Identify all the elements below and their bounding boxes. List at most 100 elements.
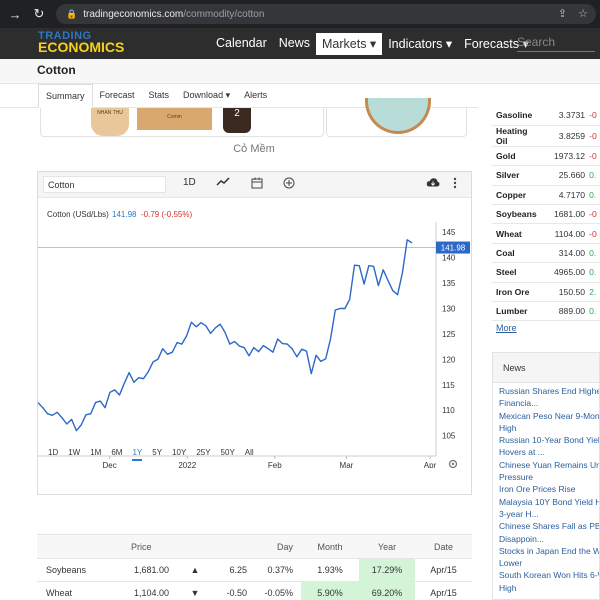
nav-markets[interactable]: Markets ▾ xyxy=(316,33,383,55)
table-row[interactable]: Soybeans 1,681.00 ▲ 6.25 0.37% 1.93% 17.… xyxy=(37,558,472,582)
sidebar-row[interactable]: Iron Ore 150.50 2. xyxy=(492,282,600,303)
tab-forecast[interactable]: Forecast xyxy=(93,84,142,108)
tab-download[interactable]: Download ▾ xyxy=(176,84,237,108)
sidebar-row-name[interactable]: Steel xyxy=(492,262,541,283)
sidebar-row-name[interactable]: Lumber xyxy=(492,301,541,322)
nav-indicators[interactable]: Indicators ▾ xyxy=(382,33,458,55)
search-input[interactable]: Search xyxy=(517,35,595,52)
news-item[interactable]: Chinese Shares Fall as PBoC xyxy=(499,520,599,532)
add-indicator-icon[interactable] xyxy=(283,177,295,192)
symbol-input[interactable]: Cotton xyxy=(43,176,166,193)
news-item[interactable]: Financia... xyxy=(499,397,599,409)
period-selector[interactable]: 1D xyxy=(183,177,196,188)
nav-calendar[interactable]: Calendar xyxy=(210,33,273,55)
news-title: News xyxy=(493,353,599,383)
download-cloud-icon[interactable] xyxy=(426,177,440,191)
sidebar-row-name[interactable]: Wheat xyxy=(492,223,541,244)
sidebar-row[interactable]: Gold 1973.12 -0 xyxy=(492,146,600,167)
news-item[interactable]: Chinese Yuan Remains Under xyxy=(499,459,599,471)
news-item[interactable]: Russian Shares End Higher xyxy=(499,385,599,397)
sidebar-row-name[interactable]: Copper xyxy=(492,185,541,206)
range-button[interactable]: 50Y xyxy=(221,448,235,461)
range-button[interactable]: 1W xyxy=(68,448,80,461)
sidebar-row[interactable]: Silver 25.660 0. xyxy=(492,165,600,186)
sidebar-more-link[interactable]: More xyxy=(496,323,517,333)
range-button[interactable]: 5Y xyxy=(152,448,162,461)
sidebar-row-name[interactable]: Soybeans xyxy=(492,204,541,225)
range-button[interactable]: All xyxy=(245,448,254,461)
sidebar-row-name[interactable]: Gold xyxy=(492,146,541,167)
ad-soap-text: NHAN THU xyxy=(97,110,123,116)
ad-product-image xyxy=(365,98,431,134)
row-name[interactable]: Soybeans xyxy=(37,558,117,582)
sidebar-row[interactable]: Heating Oil 3.8259 -0 xyxy=(492,125,600,147)
series-line-cotton[interactable] xyxy=(38,239,413,432)
col-header-year[interactable]: Year xyxy=(359,534,415,559)
sidebar-row[interactable]: Steel 4965.00 0. xyxy=(492,262,600,283)
news-item[interactable]: Stocks in Japan End the Week xyxy=(499,545,599,557)
row-year: 69.20% xyxy=(359,581,415,600)
news-item[interactable]: High xyxy=(499,582,599,594)
price-tag-label: 141.98 xyxy=(441,244,466,253)
news-item[interactable]: South Korean Won Hits 6-Week xyxy=(499,569,599,581)
more-options-icon[interactable] xyxy=(453,177,457,192)
cotton-line-chart[interactable]: Cotton (USd/Lbs) 141.98 -0.79 (-0.55%) 1… xyxy=(38,198,471,468)
ad-banner-right[interactable] xyxy=(326,98,467,137)
range-button[interactable]: 6M xyxy=(111,448,122,461)
range-button[interactable]: 1D xyxy=(48,448,58,461)
news-item[interactable]: Malaysia 10Y Bond Yield Hits xyxy=(499,496,599,508)
range-button[interactable]: 1Y xyxy=(132,448,143,461)
line-chart-icon[interactable] xyxy=(216,177,230,190)
calendar-icon[interactable] xyxy=(251,177,263,192)
range-button[interactable]: 10Y xyxy=(172,448,186,461)
address-bar[interactable]: 🔒 tradingeconomics.com/commodity/cotton … xyxy=(56,4,596,24)
chart-settings-icon[interactable] xyxy=(448,459,458,468)
sidebar-row[interactable]: Copper 4.7170 0. xyxy=(492,185,600,206)
range-button[interactable]: 25Y xyxy=(196,448,210,461)
back-icon[interactable]: → xyxy=(6,7,24,22)
col-header-month[interactable]: Month xyxy=(301,534,359,559)
bookmark-star-icon[interactable]: ☆ xyxy=(578,8,588,20)
sidebar-row-name[interactable]: Silver xyxy=(492,165,541,186)
news-item[interactable]: Hovers at ... xyxy=(499,446,599,458)
sidebar-row-change: -0 xyxy=(589,223,600,244)
tab-stats[interactable]: Stats xyxy=(142,84,177,108)
news-item[interactable]: 3-year H... xyxy=(499,508,599,520)
sidebar-row[interactable]: Soybeans 1681.00 -0 xyxy=(492,204,600,225)
sidebar-row[interactable]: Wheat 1104.00 -0 xyxy=(492,223,600,244)
y-tick-label: 110 xyxy=(442,406,455,415)
tab-alerts[interactable]: Alerts xyxy=(237,84,274,108)
row-day: -0.05% xyxy=(255,581,301,600)
news-item[interactable]: Iron Ore Prices Rise xyxy=(499,483,599,495)
sidebar-row-name[interactable]: Gasoline xyxy=(492,106,541,126)
sidebar-row[interactable]: Gasoline 3.3731 -0 xyxy=(492,106,600,126)
sidebar-row[interactable]: Lumber 889.00 0. xyxy=(492,301,600,322)
sidebar-row-name[interactable]: Heating Oil xyxy=(492,125,541,147)
y-tick-label: 120 xyxy=(442,355,456,364)
col-header-day[interactable]: Day xyxy=(255,534,301,559)
news-item[interactable]: Mexican Peso Near 9-Month xyxy=(499,410,599,422)
table-row[interactable]: Wheat 1,104.00 ▼ -0.50 -0.05% 5.90% 69.2… xyxy=(37,581,472,600)
site-logo[interactable]: TRADING ECONOMICS xyxy=(38,31,124,55)
sidebar-row-name[interactable]: Coal xyxy=(492,243,541,264)
sidebar-row[interactable]: Coal 314.00 0. xyxy=(492,243,600,264)
share-icon[interactable]: ⇪ xyxy=(558,8,567,20)
news-item[interactable]: Pressure xyxy=(499,471,599,483)
news-item[interactable]: Disappoin... xyxy=(499,533,599,545)
news-item[interactable]: High xyxy=(499,422,599,434)
nav-news[interactable]: News xyxy=(273,33,316,55)
row-name[interactable]: Wheat xyxy=(37,581,117,600)
y-tick-label: 135 xyxy=(442,279,456,288)
sidebar-row-price: 25.660 xyxy=(540,165,590,186)
ad-banner-left[interactable]: NHAN THU Comm 2 xyxy=(40,108,324,137)
col-header-price[interactable]: Price xyxy=(117,534,177,559)
range-button[interactable]: 1M xyxy=(90,448,101,461)
news-item[interactable]: Russian 10-Year Bond Yield xyxy=(499,434,599,446)
tab-summary[interactable]: Summary xyxy=(38,84,93,108)
x-tick-label: Dec xyxy=(103,461,117,468)
sidebar-row-name[interactable]: Iron Ore xyxy=(492,282,541,303)
main-nav: Calendar News Markets ▾ Indicators ▾ For… xyxy=(210,33,535,55)
reload-icon[interactable]: ↻ xyxy=(30,6,48,22)
news-item[interactable]: Lower xyxy=(499,557,599,569)
col-header-date[interactable]: Date xyxy=(415,534,472,559)
